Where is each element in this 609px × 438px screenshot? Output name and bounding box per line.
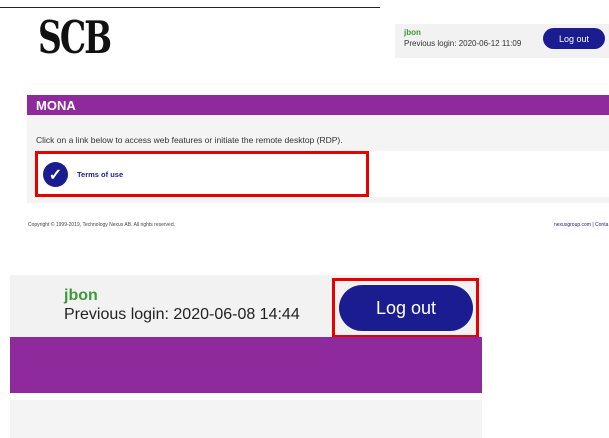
username-label-zoom: jbon	[64, 287, 98, 304]
previous-login-label-zoom: Previous login: 2020-06-08 14:44	[64, 306, 300, 323]
app-title: MONA	[36, 98, 76, 113]
instructions-text: Click on a link below to access web feat…	[36, 135, 343, 145]
top-divider	[0, 7, 380, 8]
highlight-box-logout	[332, 278, 479, 338]
app-header-band	[27, 95, 609, 115]
previous-login-label: Previous login: 2020-06-12 11:09	[404, 39, 522, 48]
logout-button[interactable]: Log out	[543, 28, 605, 49]
content-panel-zoom	[10, 400, 482, 438]
copyright-text: Copyright © 1999-2019, Technology Nexus …	[28, 222, 176, 228]
app-header-band-zoom	[10, 337, 482, 393]
highlight-box-terms	[35, 151, 369, 197]
scb-logo: SCB	[38, 11, 112, 64]
footer-link[interactable]: nexusgroup.com | Conta	[554, 222, 608, 228]
username-label: jbon	[404, 28, 421, 37]
